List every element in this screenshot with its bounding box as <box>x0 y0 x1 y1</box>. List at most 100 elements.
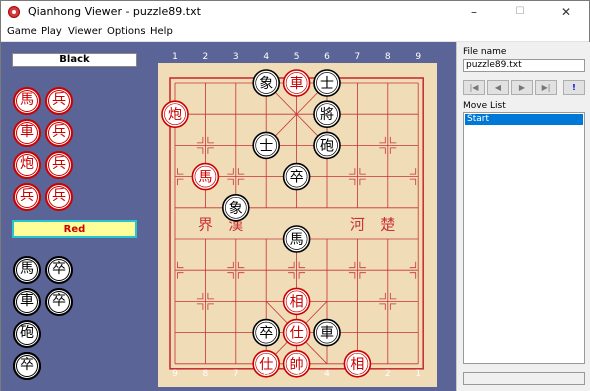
file-name-label: File name <box>463 47 507 57</box>
file-coordinate: 2 <box>384 369 391 379</box>
position-marker <box>409 272 417 279</box>
position-marker <box>177 178 184 186</box>
captured-piece: 卒 <box>45 288 73 316</box>
position-marker <box>409 168 417 175</box>
position-marker <box>177 168 184 175</box>
menu-play[interactable]: Play <box>41 26 62 37</box>
position-marker <box>409 178 417 186</box>
svg-text:士: 士 <box>320 76 334 92</box>
position-marker <box>237 178 245 186</box>
svg-text:卒: 卒 <box>290 170 304 186</box>
position-marker <box>359 168 366 175</box>
file-coordinate: 3 <box>354 369 361 379</box>
captured-piece: 車 <box>13 288 41 316</box>
position-marker <box>227 272 234 279</box>
captured-piece: 車 <box>13 119 41 147</box>
file-coordinate: 4 <box>324 369 330 379</box>
position-marker <box>227 168 234 175</box>
captured-piece: 兵 <box>45 119 73 147</box>
maximize-button[interactable]: ☐ <box>497 1 543 23</box>
position-marker <box>359 178 366 186</box>
svg-text:象: 象 <box>259 76 273 92</box>
position-marker <box>207 147 214 154</box>
hint-button[interactable]: ! <box>563 80 585 95</box>
app-icon <box>8 6 20 18</box>
position-marker <box>237 272 245 279</box>
file-coordinate: 6 <box>324 52 330 62</box>
svg-text:相: 相 <box>290 294 304 310</box>
position-marker <box>196 136 204 144</box>
side-panel: File name puzzle89.txt |◀ ◀ ▶ ▶| ! Move … <box>456 42 590 391</box>
captured-piece: 馬 <box>13 256 41 284</box>
position-marker <box>227 261 234 269</box>
svg-text:士: 士 <box>259 138 273 154</box>
file-coordinate: 9 <box>172 369 178 379</box>
menu-game[interactable]: Game <box>7 26 37 37</box>
next-move-button[interactable]: ▶ <box>511 80 533 95</box>
red-piece[interactable]: 仕 <box>282 318 311 347</box>
menu-options[interactable]: Options <box>107 26 146 37</box>
minimize-button[interactable]: – <box>451 1 497 23</box>
file-coordinate: 5 <box>293 369 300 379</box>
position-marker <box>359 272 366 279</box>
move-list-item[interactable]: Start <box>465 114 583 125</box>
close-button[interactable]: ✕ <box>543 1 589 23</box>
position-marker <box>348 168 356 175</box>
position-marker <box>298 272 306 279</box>
file-coordinate: 9 <box>415 52 422 62</box>
black-piece[interactable]: 士 <box>313 69 341 97</box>
black-piece[interactable]: 士 <box>252 131 280 160</box>
black-piece[interactable]: 車 <box>313 318 341 347</box>
captured-piece: 馬 <box>13 87 41 115</box>
file-coordinate: 7 <box>232 369 239 379</box>
river-text: 楚 <box>380 215 395 233</box>
title-bar: Qianhong Viewer - puzzle89.txt – ☐ ✕ <box>1 1 589 23</box>
file-coordinate: 6 <box>263 369 270 379</box>
status-field <box>463 372 585 385</box>
captured-piece: 兵 <box>45 151 73 179</box>
svg-text:馬: 馬 <box>290 232 304 248</box>
black-piece[interactable]: 象 <box>252 69 280 97</box>
black-piece[interactable]: 象 <box>222 194 250 222</box>
black-piece[interactable]: 砲 <box>313 131 341 160</box>
position-marker <box>359 261 366 269</box>
captured-piece: 兵 <box>45 183 73 211</box>
red-piece[interactable]: 馬 <box>191 162 220 191</box>
last-move-button[interactable]: ▶| <box>535 80 557 95</box>
black-piece[interactable]: 將 <box>313 100 341 129</box>
move-list[interactable]: Start <box>463 112 585 364</box>
position-marker <box>177 261 184 269</box>
captured-piece: 炮 <box>13 151 41 179</box>
menu-help[interactable]: Help <box>150 26 173 37</box>
svg-text:象: 象 <box>229 201 243 217</box>
black-piece[interactable]: 卒 <box>282 162 311 191</box>
file-name-field[interactable]: puzzle89.txt <box>463 59 585 72</box>
black-piece[interactable]: 馬 <box>282 225 311 253</box>
first-move-button[interactable]: |◀ <box>463 80 485 95</box>
captured-piece: 卒 <box>13 352 41 380</box>
svg-text:將: 將 <box>320 107 334 123</box>
position-marker <box>379 147 386 154</box>
black-player-label: Black <box>12 53 137 67</box>
position-marker <box>379 292 386 300</box>
black-piece[interactable]: 卒 <box>252 318 280 347</box>
position-marker <box>389 147 397 154</box>
red-piece[interactable]: 相 <box>282 287 311 316</box>
position-marker <box>237 261 245 269</box>
position-marker <box>196 292 204 300</box>
svg-text:車: 車 <box>320 325 334 342</box>
app-window: Qianhong Viewer - puzzle89.txt – ☐ ✕ Gam… <box>0 0 590 391</box>
file-coordinate: 1 <box>172 52 178 62</box>
xiangqi-board[interactable]: 界漢河楚象車士炮將士砲馬卒象馬相卒仕車仕帥相 <box>158 63 437 387</box>
captured-piece: 兵 <box>45 87 73 115</box>
svg-text:馬: 馬 <box>198 170 212 186</box>
red-piece[interactable]: 炮 <box>161 100 189 129</box>
position-marker <box>207 136 214 144</box>
position-marker <box>207 292 214 300</box>
menu-viewer[interactable]: Viewer <box>68 26 102 37</box>
position-marker <box>389 292 397 300</box>
position-marker <box>196 303 204 310</box>
captured-piece: 兵 <box>13 183 41 211</box>
prev-move-button[interactable]: ◀ <box>487 80 509 95</box>
red-piece[interactable]: 車 <box>282 69 311 97</box>
